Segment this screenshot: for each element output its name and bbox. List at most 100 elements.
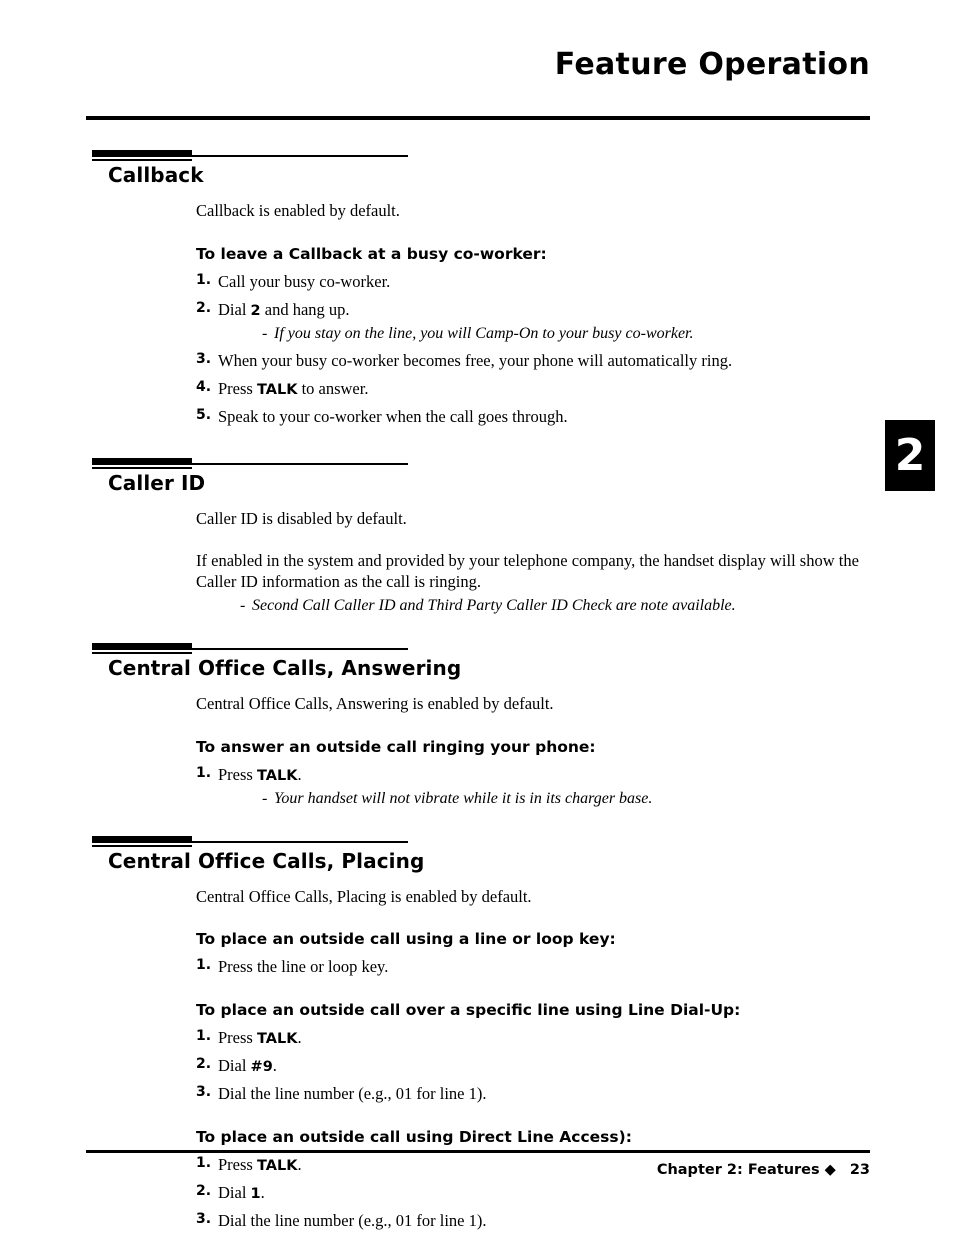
step-item: 2. Dial 2 and hang up. - If you stay on th… (196, 299, 870, 345)
note-dash: - (240, 597, 246, 615)
section-heading: Central Office Calls, Placing (108, 848, 425, 873)
procedure-subheading: To place an outside call using a line or… (196, 930, 616, 949)
note-text: If you stay on the line, you will Camp-O… (274, 324, 694, 342)
step-note-list: - Your handset will not vibrate while it … (218, 789, 870, 810)
section-rule-bar (92, 643, 192, 651)
section-body: Central Office Calls, Placing is enabled… (0, 886, 954, 1232)
step-item: 5. Speak to your co-worker when the call … (196, 406, 870, 428)
section-body: Central Office Calls, Answering is enabl… (0, 693, 954, 810)
step-item: 1. Press TALK. - Your handset will not vib… (196, 764, 870, 810)
section-caller-id: Caller ID Caller ID is disabled by defau… (0, 457, 954, 617)
section-rule (92, 835, 408, 847)
procedure-step-list: 1. Press TALK. - Your handset will not vib… (196, 764, 870, 810)
section-rule-thin (192, 462, 408, 465)
step-item: 1. Press the line or loop key. (196, 956, 870, 978)
step-item: 2. Dial #9. (196, 1055, 870, 1077)
section-rule-thin (192, 648, 408, 651)
diamond-icon: ◆ (824, 1162, 836, 1178)
step-number: 1. (196, 1028, 212, 1045)
step-text-pre: Call your busy co-worker. (218, 271, 391, 291)
step-number: 3. (196, 1210, 212, 1227)
header-divider-rule (86, 116, 870, 120)
section-rule-underline (92, 844, 192, 847)
procedure-subheading: To place an outside call over a specific… (196, 1001, 741, 1020)
step-text-pre: When your busy co-worker becomes free, y… (218, 351, 733, 371)
step-number: 1. (196, 957, 212, 974)
step-number: 2. (196, 299, 212, 316)
section-detail-paragraph: If enabled in the system and provided by… (196, 550, 859, 592)
note-dash: - (262, 324, 268, 342)
step-item: 3. When your busy co-worker becomes free,… (196, 350, 870, 372)
section-rule-bar (92, 835, 192, 843)
step-text-post: . (297, 764, 302, 784)
section-intro-paragraph: Central Office Calls, Answering is enabl… (196, 694, 554, 714)
section-rule-underline (92, 652, 192, 655)
section-heading: Central Office Calls, Answering (108, 656, 462, 681)
section-rule-underline (92, 466, 192, 469)
procedure-step-list: 1. Press the line or loop key. (196, 956, 870, 978)
procedure-subheading: To answer an outside call ringing your p… (196, 737, 596, 756)
step-text-post: to answer. (297, 379, 369, 399)
step-text-post: and hang up. (260, 299, 350, 319)
step-number: 5. (196, 407, 212, 424)
step-key-label: #9 (250, 1059, 273, 1076)
step-key-label: TALK (256, 767, 298, 784)
step-number: 4. (196, 379, 212, 396)
footer-page-number: 23 (849, 1162, 870, 1178)
section-body: Callback is enabled by default. To leave… (0, 200, 954, 428)
procedure-subheading: To leave a Callback at a busy co-worker: (196, 244, 547, 263)
section-body: Caller ID is disabled by default. If ena… (0, 508, 954, 617)
step-text-pre: Dial (218, 1182, 251, 1202)
step-text-pre: Press (218, 1028, 257, 1048)
section-intro-paragraph: Central Office Calls, Placing is enabled… (196, 886, 532, 906)
procedure-step-list: 1. Press TALK. 2. Dial #9. 3. Dial the line… (196, 1027, 870, 1105)
document-page: Feature Operation 2 Callback Callback is… (0, 0, 954, 1235)
footer-divider-rule (86, 1150, 870, 1153)
step-text-pre: Dial (218, 299, 251, 319)
section-rule-bar (92, 457, 192, 465)
step-item: 4. Press TALK to answer. (196, 378, 870, 400)
note-text: Your handset will not vibrate while it i… (274, 789, 653, 807)
section-heading: Caller ID (108, 470, 206, 495)
step-text-pre: Speak to your co-worker when the call go… (218, 407, 568, 427)
step-note-list: - If you stay on the line, you will Camp-… (218, 324, 870, 345)
section-heading: Callback (108, 163, 204, 187)
step-key-label: 2 (250, 302, 261, 319)
section-note: - Second Call Caller ID and Third Party C… (196, 596, 870, 617)
section-rule (92, 150, 408, 161)
step-text-post: . (260, 1182, 265, 1202)
note-text: Second Call Caller ID and Third Party Ca… (252, 597, 736, 615)
step-text-pre: Press (218, 379, 257, 399)
running-head-title: Feature Operation (554, 47, 870, 82)
step-note: - If you stay on the line, you will Camp-… (218, 324, 870, 345)
section-note-list: - Second Call Caller ID and Third Party C… (196, 596, 870, 617)
procedure-subheading: To place an outside call using Direct Li… (196, 1127, 632, 1146)
step-text-pre: Dial the line number (e.g., 01 for line … (218, 1210, 487, 1230)
step-key-label: 1 (250, 1185, 261, 1202)
procedure-step-list: 1. Call your busy co-worker. 2. Dial 2 and… (196, 271, 870, 428)
step-item: 1. Press TALK. (196, 1027, 870, 1049)
note-dash: - (262, 789, 268, 807)
step-text-pre: Dial (218, 1056, 251, 1076)
step-number: 3. (196, 1084, 212, 1101)
section-rule (92, 457, 408, 469)
step-key-label: TALK (256, 1031, 298, 1048)
step-number: 2. (196, 1056, 212, 1073)
step-item: 2. Dial 1. (196, 1182, 870, 1204)
step-text-pre: Press the line or loop key. (218, 957, 389, 977)
step-key-label: TALK (256, 382, 298, 399)
document-content: Callback Callback is enabled by default.… (0, 150, 954, 1232)
section-rule-thin (192, 155, 408, 157)
step-number: 3. (196, 351, 212, 368)
section-rule-bar (92, 150, 192, 157)
step-number: 1. (196, 764, 212, 781)
step-text-post: . (272, 1056, 277, 1076)
section-intro-paragraph: Caller ID is disabled by default. (196, 508, 407, 528)
step-text-post: . (297, 1028, 302, 1048)
section-callback: Callback Callback is enabled by default.… (0, 150, 954, 428)
section-intro-paragraph: Callback is enabled by default. (196, 201, 400, 220)
page-footer: Chapter 2: Features ◆ 23 (86, 1162, 870, 1178)
